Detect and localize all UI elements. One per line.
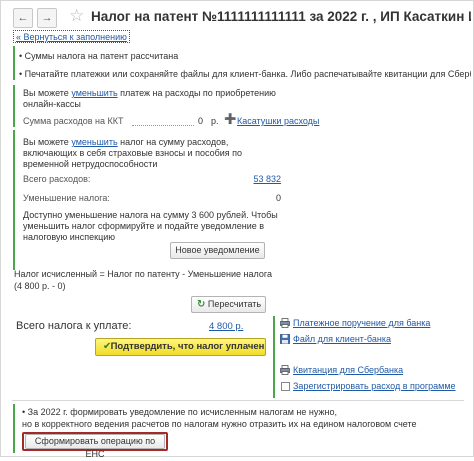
register-expense-link[interactable]: Зарегистрировать расход в программе <box>293 381 456 391</box>
back-arrow-icon[interactable]: ← <box>13 8 33 28</box>
printer-icon <box>280 365 290 375</box>
confirm-paid-button[interactable]: ✔ Подтвердить, что налог уплачен <box>95 338 266 356</box>
kkt-sum-label: Сумма расходов на ККТ <box>23 116 124 126</box>
reduce-tax-link[interactable]: уменьшить <box>71 137 117 147</box>
insurance-text-line3: временной нетрудоспособности <box>23 159 158 169</box>
checkbox-icon[interactable] <box>281 382 290 391</box>
footer-divider <box>12 400 464 401</box>
total-tax-value[interactable]: 4 800 р. <box>209 321 243 332</box>
kkt-expenses-link[interactable]: Касатушки расходы <box>237 116 319 126</box>
insurance-text: Вы можете уменьшить налог на сумму расхо… <box>23 137 229 147</box>
actions-marker <box>273 316 275 398</box>
total-expenses-value[interactable]: 53 832 <box>240 174 281 184</box>
footer-note-line2: но в корректного ведения расчетов по нал… <box>22 419 417 429</box>
footer-marker <box>13 404 15 453</box>
tax-reduction-label: Уменьшение налога: <box>23 193 110 203</box>
total-tax-label: Всего налога к уплате: <box>16 320 132 332</box>
kkt-text-line2: онлайн-кассы <box>23 99 81 109</box>
tax-formula-text: Налог исчисленный = Налог по патенту - У… <box>14 269 272 279</box>
add-icon: ➕ <box>224 114 237 125</box>
title-bar: ← → ☆ Налог на патент №1111111111111 за … <box>1 1 473 33</box>
printer-icon <box>280 318 290 328</box>
window-title: Налог на патент №1111111111111 за 2022 г… <box>91 9 471 24</box>
confirm-paid-label: Подтвердить, что налог уплачен <box>110 341 265 352</box>
sberbank-receipt-link[interactable]: Квитанция для Сбербанка <box>293 365 403 375</box>
available-reduction-text-line2: уменьшить налог сформируйте и подайте ув… <box>23 221 265 231</box>
insurance-marker <box>13 130 15 270</box>
favorite-star-icon[interactable]: ☆ <box>69 6 84 26</box>
floppy-disk-icon <box>280 334 290 344</box>
client-bank-file-link[interactable]: Файл для клиент-банка <box>293 334 391 344</box>
check-icon: ✔ <box>103 341 112 352</box>
footer-note: • За 2022 г. формировать уведомление по … <box>22 407 337 417</box>
available-reduction-text: Доступно уменьшение налога на сумму 3 60… <box>23 210 278 220</box>
notice-item: • Суммы налога на патент рассчитана <box>19 51 179 61</box>
recalculate-label: Пересчитать <box>207 299 262 309</box>
create-ens-operation-button[interactable]: Сформировать операцию по ЕНС <box>25 434 165 459</box>
kkt-marker <box>13 85 15 127</box>
reduce-kkt-link[interactable]: уменьшить <box>71 88 117 98</box>
tax-reduction-value: 0 <box>275 193 281 203</box>
notice-item: • Печатайте платежки или сохраняйте файл… <box>19 69 471 79</box>
kkt-sum-unit: р. <box>211 116 219 126</box>
total-expenses-label: Всего расходов: <box>23 174 91 184</box>
kkt-sum-field[interactable] <box>132 125 194 126</box>
kkt-text: Вы можете уменьшить платеж на расходы по… <box>23 88 276 98</box>
notice-marker <box>13 46 15 80</box>
new-notice-button[interactable]: Новое уведомление <box>170 242 265 259</box>
refresh-icon: ↻ <box>197 299 206 310</box>
available-reduction-text-line3: налоговую инспекцию <box>23 232 116 242</box>
recalculate-button[interactable]: ↻ Пересчитать <box>191 296 266 313</box>
back-to-editing-link[interactable]: « Вернуться к заполнению <box>13 30 130 43</box>
tax-formula-values: (4 800 р. - 0) <box>14 281 66 291</box>
forward-arrow-icon[interactable]: → <box>37 8 57 28</box>
insurance-text-line2: включающих в себя страховые взносы и пос… <box>23 148 243 158</box>
kkt-sum-value: 0 <box>198 116 204 126</box>
payment-order-link[interactable]: Платежное поручение для банка <box>293 318 430 328</box>
